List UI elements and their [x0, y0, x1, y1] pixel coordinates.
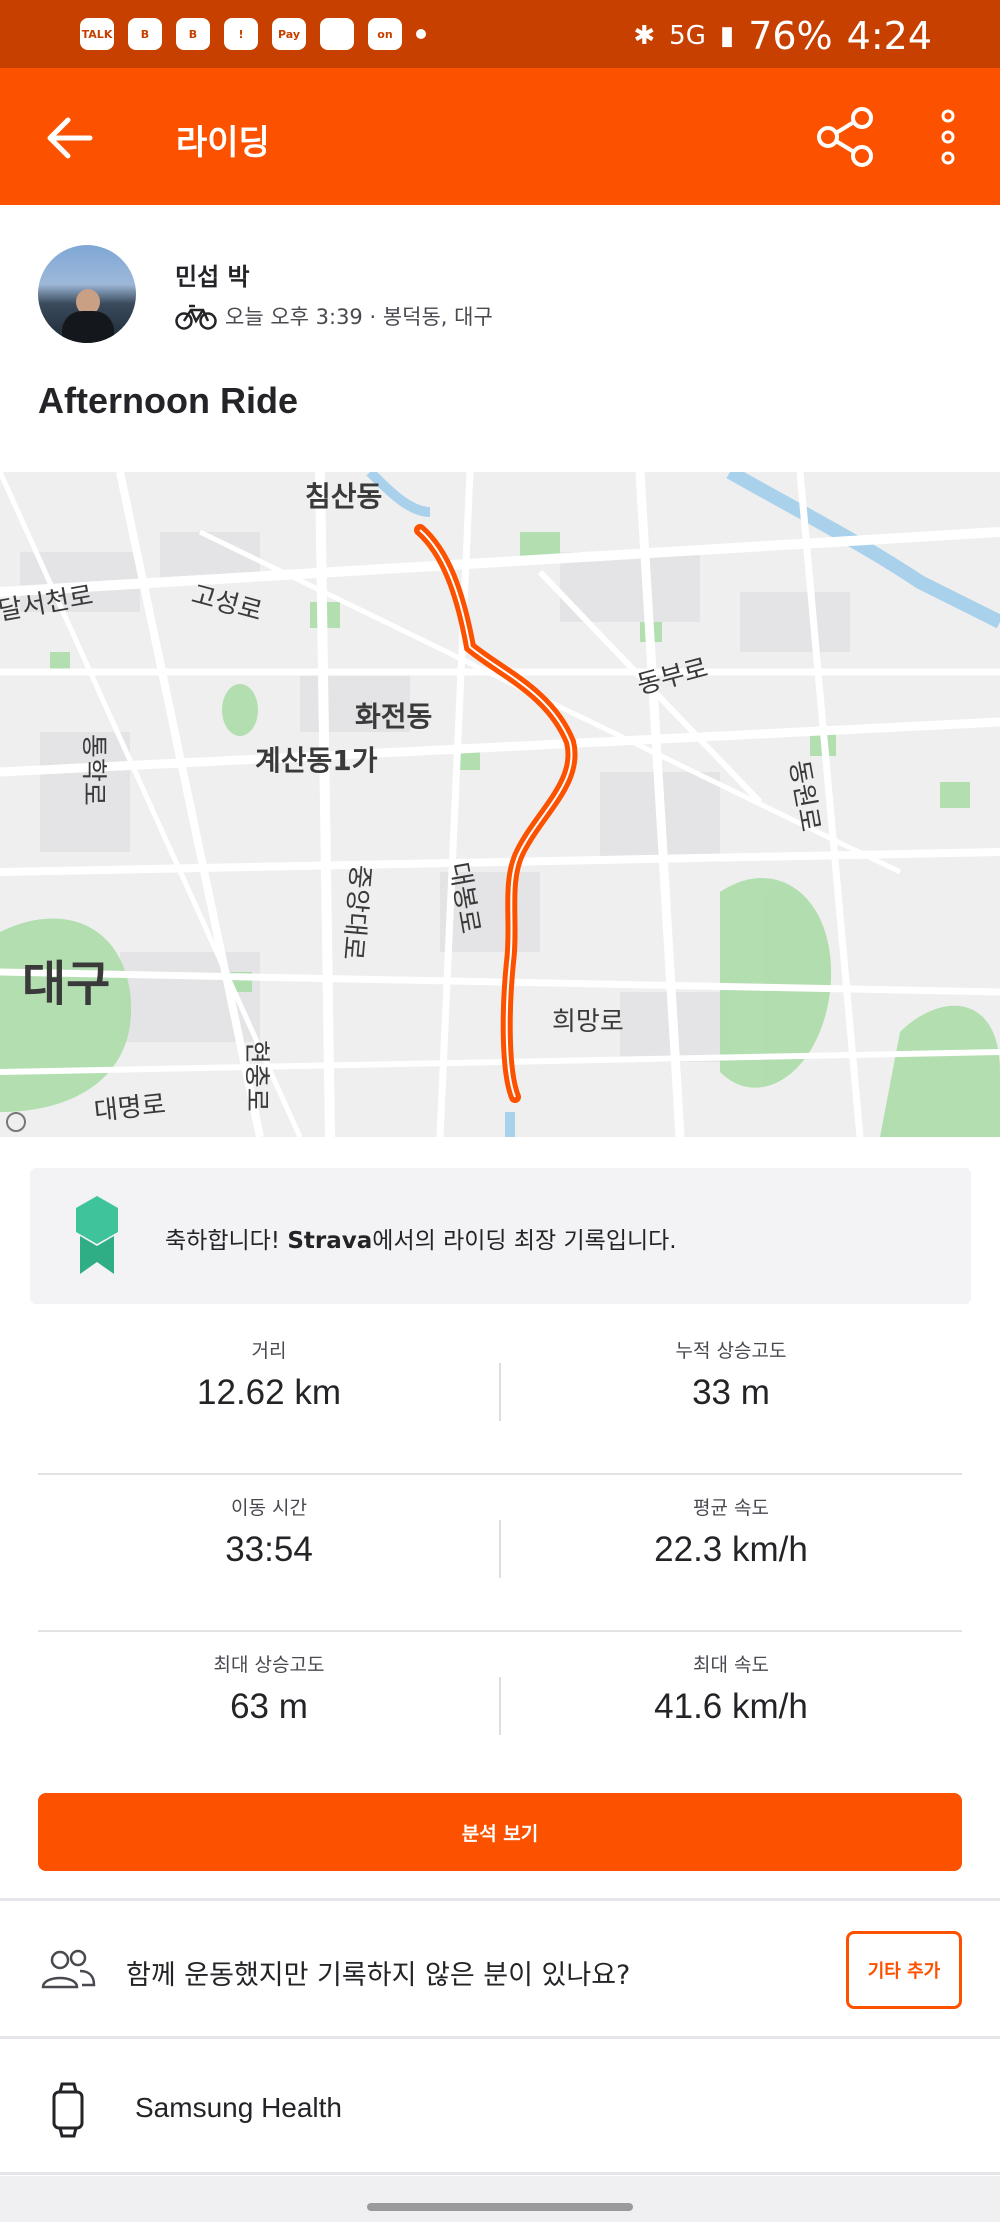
app-bar: 라이딩	[0, 68, 1000, 205]
route-map[interactable]: 침산동 달서천로 고성로 동부로 화전동 계산동1가 통학로 동원로 중앙대로 …	[0, 472, 1000, 1137]
map-label: 침산동	[305, 480, 382, 513]
network-type: 5G	[669, 21, 706, 51]
achievement-prefix: 축하합니다!	[165, 1228, 288, 1254]
watch-icon	[52, 2082, 84, 2138]
share-icon[interactable]	[814, 106, 876, 168]
achievement-text: 축하합니다! Strava에서의 라이딩 최장 기록입니다.	[165, 1221, 677, 1255]
map-label: 화전동	[355, 700, 432, 733]
band-icon: B	[128, 18, 162, 50]
page-title: 라이딩	[176, 123, 270, 163]
clock: 4:24	[846, 14, 932, 58]
achievement-brand: Strava	[287, 1228, 373, 1254]
bike-icon	[175, 304, 217, 330]
home-handle[interactable]	[367, 2203, 633, 2211]
map-label: 현충로	[241, 1040, 271, 1112]
stats-row: 최대 상승고도 63 m 최대 속도 41.6 km/h	[38, 1632, 962, 1789]
athlete-name[interactable]: 민섭 박	[175, 257, 250, 292]
device-row[interactable]: Samsung Health	[0, 2040, 1000, 2174]
stat-label: 누적 상승고도	[675, 1340, 787, 1362]
stat-distance: 거리 12.62 km	[38, 1336, 500, 1413]
activity-title: Afternoon Ride	[38, 380, 298, 421]
view-analysis-button[interactable]: 분석 보기	[38, 1793, 962, 1871]
band-icon: B	[176, 18, 210, 50]
map-label: 대구	[22, 956, 110, 1012]
stat-value: 41.6 km/h	[654, 1687, 808, 1726]
add-others-prompt: 함께 운동했지만 기록하지 않은 분이 있나요?	[126, 1960, 631, 1991]
stat-value: 33 m	[692, 1373, 770, 1412]
bluetooth-icon: ✱	[633, 21, 656, 51]
pay-icon: Pay	[272, 18, 306, 50]
achievement-suffix: 에서의 라이딩 최장 기록입니다.	[372, 1228, 677, 1254]
strava-icon	[320, 18, 354, 50]
achievement-banner[interactable]: 축하합니다! Strava에서의 라이딩 최장 기록입니다.	[30, 1168, 971, 1304]
signal-icon: ▮	[719, 21, 735, 51]
stat-moving-time: 이동 시간 33:54	[38, 1493, 500, 1570]
kakaotalk-icon: TALK	[80, 18, 114, 50]
stat-avg-speed: 평균 속도 22.3 km/h	[500, 1493, 962, 1570]
stat-max-speed: 최대 속도 41.6 km/h	[500, 1650, 962, 1727]
warning-icon: !	[224, 18, 258, 50]
stat-value: 22.3 km/h	[654, 1530, 808, 1569]
activity-header: 민섭 박 오늘 오후 3:39 · 봉덕동, 대구	[0, 205, 1000, 365]
avatar[interactable]	[38, 245, 136, 343]
more-notifications-icon	[416, 29, 426, 39]
stats-row: 거리 12.62 km 누적 상승고도 33 m	[38, 1318, 962, 1475]
section-divider	[0, 2172, 1000, 2175]
device-name: Samsung Health	[135, 2092, 343, 2123]
add-others-button[interactable]: 기타 추가	[846, 1931, 962, 2009]
status-bar: TALK B B ! Pay on ✱ 5G ▮ 76% 4:24	[0, 0, 1000, 68]
stat-label: 평균 속도	[693, 1497, 769, 1519]
stat-label: 거리	[251, 1340, 287, 1362]
people-icon	[41, 1949, 96, 1989]
system-indicators: ✱ 5G ▮ 76% 4:24	[633, 14, 932, 58]
add-others-row: 함께 운동했지만 기록하지 않은 분이 있나요? 기타 추가	[0, 1903, 1000, 2036]
stat-label: 최대 상승고도	[213, 1654, 325, 1676]
section-divider	[0, 2036, 1000, 2039]
more-vert-icon[interactable]	[930, 106, 966, 168]
avatar-body	[62, 311, 114, 343]
stat-max-elevation: 최대 상승고도 63 m	[38, 1650, 500, 1727]
stat-value: 33:54	[225, 1530, 313, 1569]
stat-value: 63 m	[230, 1687, 308, 1726]
medal-icon	[76, 1196, 118, 1274]
map-label: 계산동1가	[255, 744, 378, 777]
on-icon: on	[368, 18, 402, 50]
stat-label: 이동 시간	[231, 1497, 307, 1519]
stat-elevation-gain: 누적 상승고도 33 m	[500, 1336, 962, 1413]
map-label: 통학로	[78, 734, 108, 806]
activity-time-location: 오늘 오후 3:39 · 봉덕동, 대구	[225, 305, 493, 329]
stat-label: 최대 속도	[693, 1654, 769, 1676]
map-label: 희망로	[552, 1007, 624, 1037]
stats-grid: 거리 12.62 km 누적 상승고도 33 m 이동 시간 33:54 평균 …	[38, 1318, 962, 1789]
notification-icons: TALK B B ! Pay on	[80, 18, 426, 50]
battery-level: 76%	[748, 14, 833, 58]
stats-row: 이동 시간 33:54 평균 속도 22.3 km/h	[38, 1475, 962, 1632]
activity-meta: 오늘 오후 3:39 · 봉덕동, 대구	[175, 301, 493, 331]
arrow-left-icon[interactable]	[40, 108, 100, 168]
system-nav-bar	[0, 2176, 1000, 2222]
stat-value: 12.62 km	[197, 1373, 341, 1412]
section-divider	[0, 1898, 1000, 1901]
